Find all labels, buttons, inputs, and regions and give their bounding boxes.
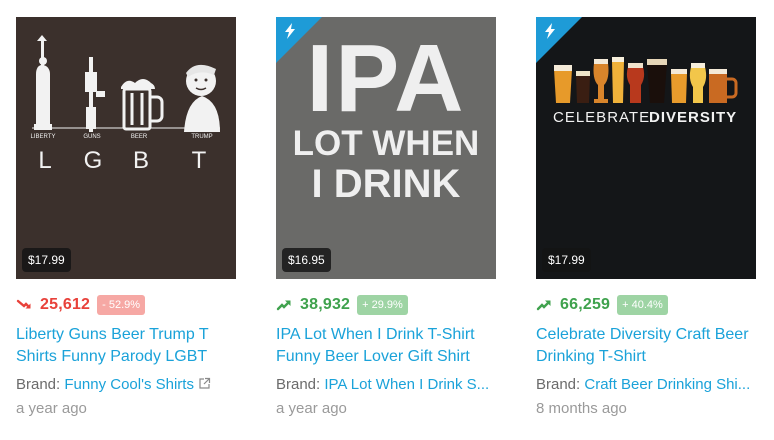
caption-beer: BEER xyxy=(131,134,148,140)
listing-age: 8 months ago xyxy=(536,400,627,417)
price-badge: $17.99 xyxy=(22,248,71,272)
sales-rank-row: 38,932 + 29.9% xyxy=(276,294,496,316)
trend-down-arrow-icon xyxy=(16,299,31,309)
sales-rank: 38,932 xyxy=(300,296,351,313)
letter-l: L xyxy=(38,147,51,174)
product-image[interactable]: IPA LOT WHEN I DRINK $16.95 xyxy=(276,17,496,279)
external-link-icon[interactable] xyxy=(198,377,211,390)
listing-age: a year ago xyxy=(16,400,87,417)
art-text-diversity: DIVERSITY xyxy=(649,109,737,126)
lightning-bolt-icon xyxy=(545,23,555,39)
letter-b: B xyxy=(133,147,149,174)
art-text-ipa: IPA xyxy=(307,25,466,132)
art-text-lot-when: LOT WHEN xyxy=(293,124,480,163)
product-image[interactable]: LIBERTY GUNS BEER TRUMP L G B T $17.99 xyxy=(16,17,236,279)
caption-trump: TRUMP xyxy=(191,134,212,140)
product-card: LIBERTY GUNS BEER TRUMP L G B T $17.99 2… xyxy=(16,17,236,419)
product-title-link[interactable]: Liberty Guns Beer Trump T Shirts Funny P… xyxy=(16,324,236,368)
trend-up-arrow-icon xyxy=(276,300,291,311)
brand-link[interactable]: Funny Cool's Shirts xyxy=(64,376,194,393)
sales-rank: 66,259 xyxy=(560,296,611,313)
brand-label: Brand: xyxy=(536,376,581,393)
product-card: IPA LOT WHEN I DRINK $16.95 38,932 + 29.… xyxy=(276,17,496,419)
art-text-celebrate: CELEBRATE xyxy=(553,109,650,126)
sales-rank-row: 25,612 - 52.9% xyxy=(16,294,236,316)
tshirt-design-lgbt: LIBERTY GUNS BEER TRUMP L G B T xyxy=(16,17,236,279)
brand-link[interactable]: Craft Beer Drinking Shi... xyxy=(584,376,750,393)
rank-change-badge: - 52.9% xyxy=(97,295,146,315)
price-badge: $17.99 xyxy=(542,248,591,272)
brand-label: Brand: xyxy=(16,376,61,393)
letter-t: T xyxy=(192,147,207,174)
sales-rank: 25,612 xyxy=(40,296,91,313)
trend-up-arrow-icon xyxy=(536,300,551,311)
rank-change-badge: + 29.9% xyxy=(357,295,408,315)
sales-rank-row: 66,259 + 40.4% xyxy=(536,294,756,316)
lightning-bolt-icon xyxy=(285,23,295,39)
product-title-link[interactable]: IPA Lot When I Drink T-Shirt Funny Beer … xyxy=(276,324,496,368)
price-badge: $16.95 xyxy=(282,248,331,272)
letter-g: G xyxy=(84,147,103,174)
product-card: CELEBRATE DIVERSITY $17.99 66,259 + 40.4… xyxy=(536,17,756,419)
brand-row: Brand: IPA Lot When I Drink S... xyxy=(276,374,496,396)
art-text-i-drink: I DRINK xyxy=(312,162,461,206)
product-title-link[interactable]: Celebrate Diversity Craft Beer Drinking … xyxy=(536,324,756,368)
product-image[interactable]: CELEBRATE DIVERSITY $17.99 xyxy=(536,17,756,279)
brand-label: Brand: xyxy=(276,376,321,393)
caption-liberty: LIBERTY xyxy=(31,134,56,140)
brand-row: Brand: Funny Cool's Shirts xyxy=(16,374,236,396)
brand-row: Brand: Craft Beer Drinking Shi... xyxy=(536,374,756,396)
brand-link[interactable]: IPA Lot When I Drink S... xyxy=(324,376,489,393)
rank-change-badge: + 40.4% xyxy=(617,295,668,315)
caption-guns: GUNS xyxy=(83,134,100,140)
listing-age: a year ago xyxy=(276,400,347,417)
